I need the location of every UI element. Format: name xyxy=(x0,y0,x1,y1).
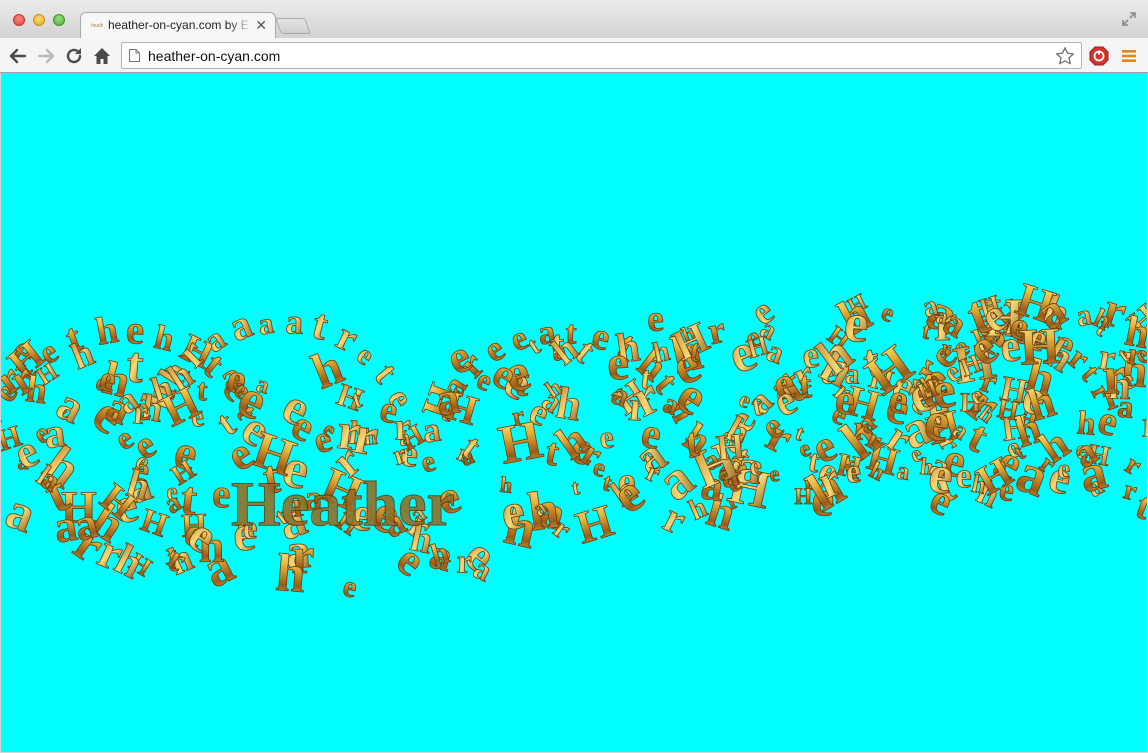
tab-active[interactable]: heath heather-on-cyan.com by E ✕ xyxy=(80,12,276,39)
address-bar[interactable]: heather-on-cyan.com xyxy=(121,42,1082,69)
scene-glyph: e xyxy=(211,470,232,517)
adblock-icon[interactable] xyxy=(1089,46,1109,66)
tab-title: heather-on-cyan.com by E xyxy=(108,18,249,32)
star-icon[interactable] xyxy=(1055,46,1075,66)
new-tab-button[interactable] xyxy=(275,18,311,34)
scene-glyph: r xyxy=(457,543,472,580)
fullscreen-icon[interactable] xyxy=(1122,12,1136,26)
forward-arrow-icon[interactable] xyxy=(35,45,57,67)
scene-glyph: e xyxy=(646,298,665,340)
close-window-button[interactable] xyxy=(13,14,25,26)
scene-glyph: h xyxy=(274,544,308,604)
reload-icon[interactable] xyxy=(63,45,85,67)
hamburger-menu-icon[interactable] xyxy=(1122,49,1136,63)
scene-glyph: e xyxy=(842,292,871,355)
scene-glyph: H xyxy=(714,425,746,468)
url-text[interactable]: heather-on-cyan.com xyxy=(148,48,280,64)
title-bar: heath heather-on-cyan.com by E ✕ xyxy=(0,0,1148,39)
browser-window: heath heather-on-cyan.com by E ✕ heather… xyxy=(0,0,1148,753)
home-icon[interactable] xyxy=(91,45,113,67)
webgl-scene[interactable]: retet h e hHtethhraaa a treteHaree a t eththaeaa… xyxy=(1,73,1147,752)
back-arrow-icon[interactable] xyxy=(7,45,29,67)
scene-glyph: e xyxy=(1057,454,1071,485)
minimize-window-button[interactable] xyxy=(33,14,45,26)
browser-toolbar: heather-on-cyan.com xyxy=(0,38,1148,73)
scene-glyph: e xyxy=(956,456,972,496)
page-viewport[interactable]: retethehHtethhraaaatreteHareeateththaeaa… xyxy=(1,73,1147,752)
page-icon xyxy=(129,49,140,62)
favicon-icon: heath xyxy=(91,23,103,29)
scene-glyph: e xyxy=(844,453,862,491)
scene-glyph: H xyxy=(1142,414,1147,443)
zoom-window-button[interactable] xyxy=(53,14,65,26)
ring-glyph: a xyxy=(285,302,304,342)
scene-glyph: r xyxy=(393,405,413,449)
scene-word: Heather xyxy=(231,468,455,539)
tab-close-icon[interactable]: ✕ xyxy=(255,16,267,34)
